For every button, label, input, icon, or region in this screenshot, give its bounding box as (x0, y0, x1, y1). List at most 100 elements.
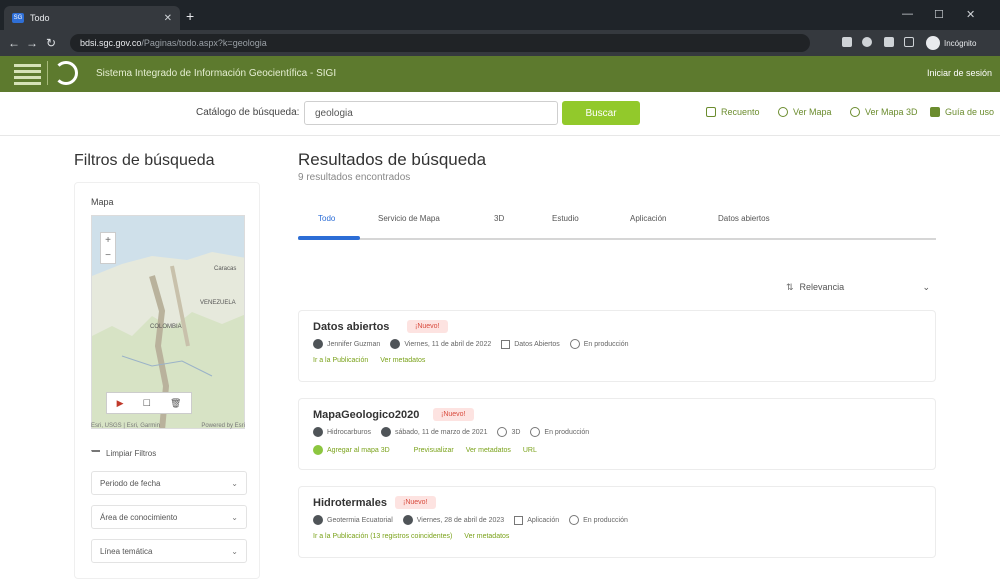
ver-mapa-label: Ver Mapa (793, 107, 832, 117)
clear-filters-label: Limpiar Filtros (106, 449, 157, 458)
view-metadata-link[interactable]: Ver metadatos (464, 533, 509, 540)
guia-label: Guía de uso (945, 107, 995, 117)
calendar-icon (402, 515, 413, 525)
add-to-3d-map-link[interactable]: Agregar al mapa 3D (313, 445, 402, 455)
tab-todo[interactable]: Todo (318, 214, 335, 223)
go-to-publication-link[interactable]: Ir a la Publicación (13 registros coinci… (313, 533, 452, 540)
maximize-icon[interactable]: ☐ (934, 8, 944, 21)
sgc-logo[interactable] (12, 61, 78, 85)
incognito-avatar-icon (926, 36, 940, 50)
tab-estudio[interactable]: Estudio (552, 214, 579, 223)
map-trash-tool-icon[interactable]: 🗑 (170, 398, 181, 409)
puzzle-icon[interactable] (884, 37, 894, 47)
preview-link[interactable]: Previsualizar (414, 447, 454, 454)
back-icon[interactable]: ← (8, 36, 20, 50)
filter-dropdown-label: Línea temática (100, 546, 153, 556)
result-links: Agregar al mapa 3D Previsualizar Ver met… (313, 445, 549, 455)
search-input[interactable] (304, 101, 558, 125)
result-title[interactable]: Datos abiertos (313, 321, 389, 333)
map-credit: Esri, USGS | Esri, Garmin Powered by Esr… (91, 423, 245, 429)
cube-icon (497, 427, 508, 437)
status-icon (569, 339, 580, 349)
tab-datos-abiertos[interactable]: Datos abiertos (718, 214, 770, 223)
results-count: 9 resultados encontrados (298, 172, 411, 183)
map-credit-left: Esri, USGS | Esri, Garmin (91, 423, 160, 429)
view-metadata-link[interactable]: Ver metadatos (466, 447, 511, 454)
reload-icon[interactable]: ↻ (46, 36, 56, 50)
results-tabs: Todo Servicio de Mapa 3D Estudio Aplicac… (298, 204, 936, 240)
filter-dropdown-label: Área de conocimiento (100, 512, 178, 522)
add-circle-icon (313, 445, 323, 455)
url-field[interactable]: bdsi.sgc.gov.co /Paginas/todo.aspx?k=geo… (70, 34, 810, 52)
map-place-colombia: COLOMBIA (150, 324, 182, 330)
site-header: Sistema Integrado de Información Geocien… (0, 56, 1000, 92)
browser-tab-title: Todo (30, 13, 50, 23)
result-type: Aplicación (527, 516, 560, 524)
map-view[interactable]: VENEZUELA COLOMBIA Caracas + − ▶ ☐ 🗑 (91, 215, 245, 429)
tab-aplicacion[interactable]: Aplicación (630, 214, 666, 223)
sort-icon: ⇅ (786, 281, 794, 292)
result-title[interactable]: MapaGeologico2020 (313, 409, 419, 421)
result-meta: Jennifer Guzman Viernes, 11 de abril de … (313, 339, 639, 349)
logo-swirl-icon (54, 61, 78, 85)
user-icon (313, 339, 323, 349)
active-tab-indicator (298, 236, 360, 240)
forward-icon[interactable]: → (26, 36, 38, 50)
address-bar-row: ← → ↻ bdsi.sgc.gov.co /Paginas/todo.aspx… (0, 30, 1000, 56)
catalog-label: Catálogo de búsqueda: (196, 107, 300, 118)
chevron-down-icon: ⌄ (231, 546, 238, 556)
map-rectangle-tool-icon[interactable]: ☐ (143, 398, 151, 409)
extension-icon[interactable] (862, 37, 872, 47)
window-close-icon[interactable]: ✕ (966, 8, 975, 21)
recuento-link[interactable]: Recuento (706, 107, 760, 117)
map-pointer-tool-icon[interactable]: ▶ (117, 398, 124, 409)
calendar-icon (380, 427, 391, 437)
user-icon (313, 427, 323, 437)
result-meta: Geotermia Ecuatorial Viernes, 28 de abri… (313, 515, 638, 525)
filter-dropdown-line[interactable]: Línea temática ⌄ (91, 539, 247, 563)
close-tab-icon[interactable]: ✕ (164, 13, 172, 24)
profile-button[interactable]: Incógnito (926, 35, 976, 51)
result-status: En producción (583, 516, 628, 524)
url-path: /Paginas/todo.aspx?k=geologia (141, 38, 267, 48)
result-status: En producción (583, 340, 629, 348)
guia-link[interactable]: Guía de uso (930, 107, 994, 117)
signin-link[interactable]: Iniciar de sesión (927, 68, 992, 78)
result-status: En producción (544, 428, 590, 436)
url-link[interactable]: URL (523, 447, 537, 454)
view-metadata-link[interactable]: Ver metadatos (380, 357, 425, 364)
extension-icon[interactable] (842, 37, 852, 47)
result-author: Geotermia Ecuatorial (327, 516, 393, 524)
ver-mapa-link[interactable]: Ver Mapa (778, 107, 832, 117)
browser-tab[interactable]: SG Todo ✕ (4, 6, 180, 30)
list-icon (706, 107, 716, 117)
filter-dropdown-area[interactable]: Área de conocimiento ⌄ (91, 505, 247, 529)
search-button[interactable]: Buscar (562, 101, 640, 125)
url-host: bdsi.sgc.gov.co (80, 38, 142, 48)
sort-dropdown[interactable]: ⇅ Relevancia ⌄ (786, 278, 936, 296)
map-zoom-control[interactable]: + − (100, 232, 116, 264)
profile-label: Incógnito (944, 38, 977, 48)
result-date: sábado, 11 de marzo de 2021 (394, 428, 488, 436)
filter-dropdown-date[interactable]: Periodo de fecha ⌄ (91, 471, 247, 495)
site-favicon-icon: SG (12, 13, 24, 23)
map-draw-tools: ▶ ☐ 🗑 (106, 392, 192, 414)
sidebar-icon[interactable] (904, 37, 914, 47)
globe-icon (778, 107, 788, 117)
result-author: Hidrocarburos (327, 428, 371, 436)
go-to-publication-link[interactable]: Ir a la Publicación (313, 357, 368, 364)
clear-filters-button[interactable]: Limpiar Filtros (91, 449, 156, 458)
tab-3d[interactable]: 3D (494, 214, 504, 223)
minimize-icon[interactable]: — (902, 8, 913, 20)
result-card: MapaGeologico2020 ¡Nuevo! Hidrocarburos … (298, 398, 936, 470)
ver-mapa-3d-link[interactable]: Ver Mapa 3D (850, 107, 918, 117)
result-title[interactable]: Hidrotermales (313, 497, 387, 509)
map-place-caracas: Caracas (214, 266, 236, 272)
result-meta: Hidrocarburos sábado, 11 de marzo de 202… (313, 427, 599, 437)
search-row: Catálogo de búsqueda: Buscar Recuento Ve… (0, 92, 1000, 136)
browser-tab-bar: SG Todo ✕ + — ☐ ✕ (0, 0, 1000, 30)
tab-servicio-de-mapa[interactable]: Servicio de Mapa (378, 214, 440, 223)
status-icon (569, 515, 580, 525)
new-tab-icon[interactable]: + (186, 8, 194, 24)
chevron-down-icon: ⌄ (922, 281, 930, 292)
